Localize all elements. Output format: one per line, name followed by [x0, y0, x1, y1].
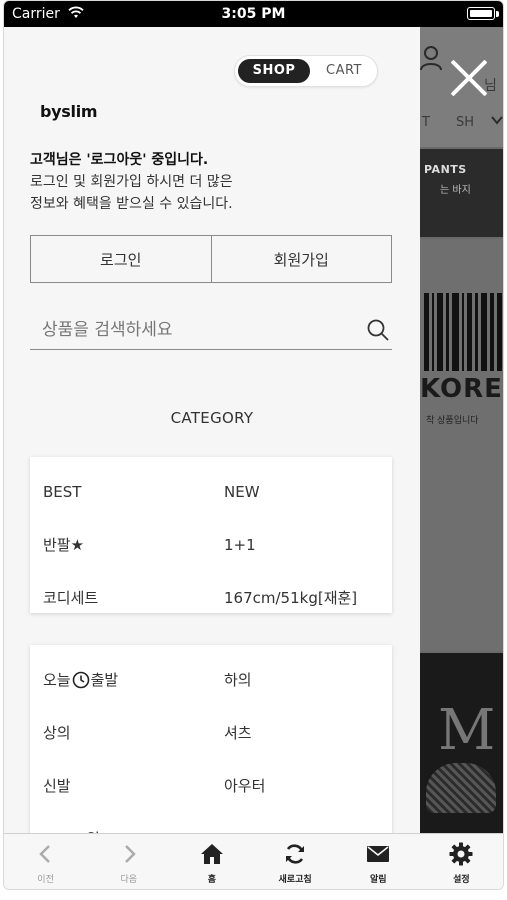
shop-cart-toggle: SHOP CART [234, 55, 378, 87]
forward-icon [124, 845, 136, 863]
mail-icon [367, 846, 390, 862]
toolbar-notice-button[interactable]: 알림 [337, 834, 420, 889]
device-frame: Carrier 3:05 PM 님 T SH PANTS 는 바지 KORE 착… [3, 0, 504, 890]
promo-subtitle: 착 상품입니다 [426, 416, 479, 426]
toolbar-back-button[interactable]: 이전 [4, 834, 87, 889]
notice-line-2: 로그인 및 회원가입 하시면 더 많은 [30, 174, 233, 190]
search-icon[interactable] [366, 318, 390, 342]
barcode-graphic [424, 293, 503, 371]
clock-time: 3:05 PM [221, 6, 286, 22]
today-ship-suffix: 출발 [90, 671, 119, 689]
toolbar-forward-button[interactable]: 다음 [87, 834, 170, 889]
category-heading: CATEGORY [170, 409, 254, 427]
home-icon [200, 844, 223, 864]
category-tops[interactable]: 상의 [30, 706, 211, 759]
background-photo: M [420, 653, 503, 833]
banner-subtitle: 는 바지 [440, 185, 471, 196]
category-card-main: BEST NEW 반팔★ 1+1 코디세트 167cm/51kg[재훈] [30, 457, 392, 613]
category-short-sleeve[interactable]: 반팔★ [30, 518, 211, 571]
clock-icon [72, 671, 89, 688]
category-outerwear[interactable]: 아우터 [211, 759, 392, 812]
toolbar-refresh-label: 새로고침 [278, 875, 312, 885]
gear-icon [449, 842, 473, 866]
toolbar-notice-label: 알림 [369, 875, 387, 885]
category-9900-won[interactable]: 9,900원 [30, 812, 211, 833]
notice-line-1: 고객님은 '로그아웃' 중입니다. [30, 152, 209, 168]
category-bottoms[interactable]: 하의 [211, 653, 392, 706]
photo-letter-graphic: M [438, 698, 496, 763]
banner-title: PANTS [424, 163, 467, 176]
category-model-size[interactable]: 167cm/51kg[재훈] [211, 571, 392, 624]
today-ship-prefix: 오늘 [43, 671, 71, 689]
category-shoes[interactable]: 신발 [30, 759, 211, 812]
category-coordi-set[interactable]: 코디세트 [30, 571, 211, 624]
chevron-down-icon [491, 116, 503, 125]
close-drawer-button[interactable] [448, 57, 490, 99]
user-icon [420, 46, 442, 71]
toolbar-settings-label: 설정 [453, 875, 470, 885]
background-nav-partial: T [422, 115, 430, 130]
back-icon [38, 845, 50, 863]
category-shirts[interactable]: 셔츠 [211, 706, 392, 759]
bottom-toolbar: 이전 다음 홈 새로고침 알림 설정 [4, 833, 503, 889]
background-promo: KOREA 착 상품입니다 [420, 239, 503, 651]
login-notice: 고객님은 '로그아웃' 중입니다. 로그인 및 회원가입 하시면 더 많은 정보… [30, 149, 410, 215]
category-85-sale[interactable]: 85%SALE [211, 812, 392, 834]
toolbar-home-label: 홈 [207, 875, 217, 885]
category-card-items: 오늘 출발 하의 상의 셔츠 신발 아우터 9,900원 85%SALE [30, 645, 392, 833]
background-banner: PANTS 는 바지 [420, 149, 503, 237]
background-page: 님 T SH PANTS 는 바지 KOREA 착 상품입니다 M [420, 27, 503, 833]
notice-line-3: 정보와 혜택을 받으실 수 있습니다. [30, 196, 233, 212]
search-bar [30, 312, 392, 350]
battery-tip [496, 11, 499, 17]
toolbar-forward-label: 다음 [120, 875, 138, 885]
signup-button[interactable]: 회원가입 [210, 236, 392, 282]
auth-buttons: 로그인 회원가입 [30, 235, 392, 283]
brand-logo[interactable]: byslim [40, 102, 98, 121]
toolbar-settings-button[interactable]: 설정 [420, 834, 503, 889]
status-bar: Carrier 3:05 PM [4, 1, 503, 27]
promo-title: KOREA [420, 374, 503, 404]
shop-toggle-button[interactable]: SHOP [238, 59, 310, 83]
background-nav-shop: SH [456, 115, 475, 130]
refresh-icon [286, 844, 305, 864]
category-today-ship[interactable]: 오늘 출발 [30, 653, 211, 706]
category-new[interactable]: NEW [211, 465, 392, 518]
category-best[interactable]: BEST [30, 465, 211, 518]
toolbar-home-button[interactable]: 홈 [170, 834, 253, 889]
side-drawer: SHOP CART byslim 고객님은 '로그아웃' 중입니다. 로그인 및… [4, 27, 420, 833]
cart-toggle-button[interactable]: CART [313, 59, 375, 83]
login-button[interactable]: 로그인 [31, 236, 211, 282]
toolbar-refresh-button[interactable]: 새로고침 [254, 834, 337, 889]
battery-icon [467, 7, 495, 20]
toolbar-back-label: 이전 [37, 875, 54, 885]
category-one-plus-one[interactable]: 1+1 [211, 518, 392, 571]
shoe-image [426, 763, 496, 813]
search-input[interactable] [42, 316, 352, 344]
